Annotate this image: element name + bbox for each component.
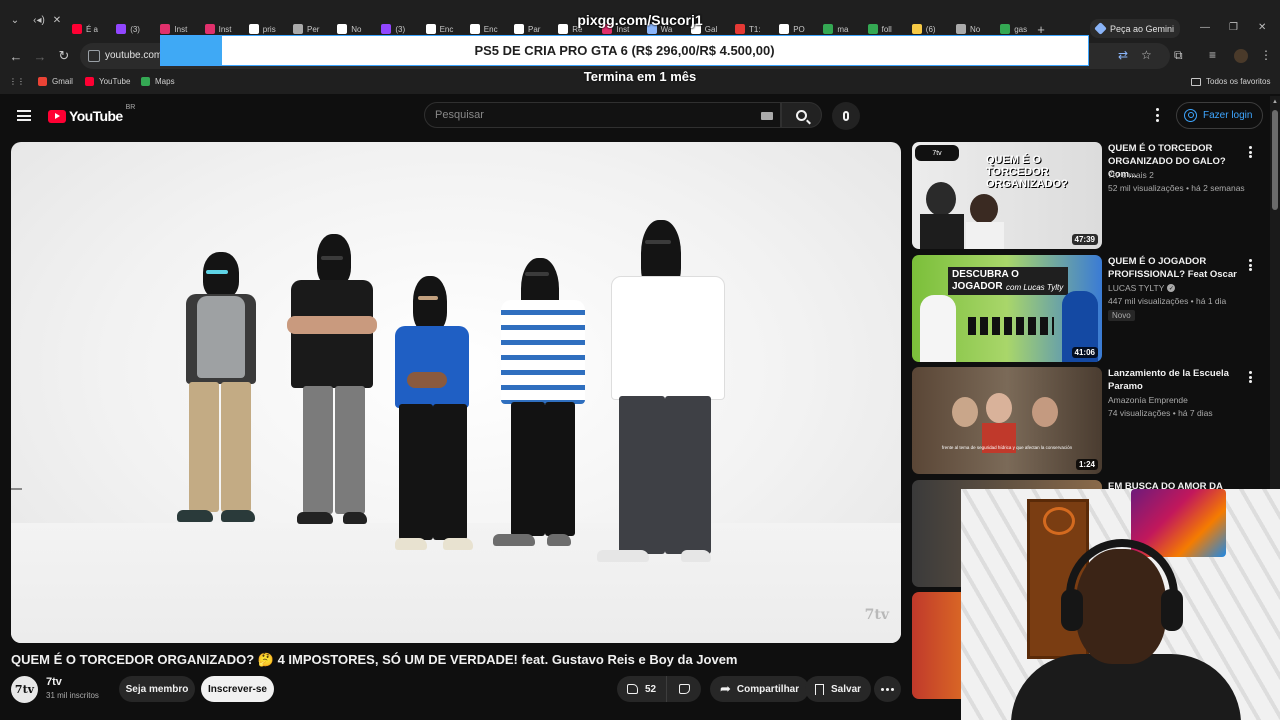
thumbnail-face [986, 393, 1012, 423]
keyboard-icon[interactable] [761, 112, 773, 120]
video-meta: 52 mil visualizações • há 2 semanas [1108, 183, 1245, 193]
save-label: Salvar [831, 683, 862, 695]
profile-avatar[interactable] [1234, 49, 1248, 63]
scrollbar-thumb[interactable] [1272, 110, 1278, 210]
donation-goal-text: PS5 DE CRIA PRO GTA 6 (R$ 296,00/R$ 4.50… [474, 43, 775, 58]
video-meta: 74 visualizações • há 7 dias [1108, 408, 1213, 418]
thumbnail-subtext: com Lucas Tylty [1006, 283, 1064, 292]
recommended-video[interactable]: DESCUBRA O JOGADOR com Lucas Tylty 41:06… [912, 255, 1262, 363]
video-title: QUEM É O TORCEDOR ORGANIZADO? 🤔 4 IMPOST… [11, 652, 738, 667]
more-actions-button[interactable] [874, 676, 901, 702]
video-title[interactable]: QUEM É O JOGADOR PROFISSIONAL? Feat Osca… [1108, 255, 1242, 281]
youtube-play-icon [48, 109, 66, 123]
subscribe-button[interactable]: Inscrever-se [201, 676, 274, 702]
video-duration: 41:06 [1071, 347, 1098, 358]
streamer-webcam [961, 489, 1280, 720]
join-membership-button[interactable]: Seja membro [119, 676, 195, 702]
video-options-icon[interactable] [1249, 146, 1252, 158]
login-label: Fazer login [1203, 110, 1253, 121]
search-placeholder: Pesquisar [435, 109, 484, 121]
donation-goal-deadline: Termina em 1 mês [583, 69, 697, 84]
settings-menu-icon[interactable] [1150, 108, 1164, 122]
youtube-logo-text: YouTube [69, 108, 123, 124]
browser-menu-icon[interactable]: ⋮ [1260, 48, 1272, 62]
thumbnail-shirt [920, 214, 964, 249]
save-button[interactable]: Salvar [805, 676, 872, 702]
stream-handle: pixgg.com/Sucorj1 [577, 12, 703, 28]
thumbnail-person [920, 295, 956, 362]
basketball-hoop [1043, 507, 1075, 535]
media-control-icon[interactable]: ≡ [1209, 48, 1216, 62]
back-arrow-icon[interactable]: ← [6, 46, 26, 66]
verified-badge-icon: ✓ [1167, 284, 1176, 292]
search-icon [796, 109, 807, 121]
bookmark-icon [815, 683, 824, 695]
video-thumbnail[interactable]: DESCUBRA O JOGADOR com Lucas Tylty 41:06 [912, 255, 1102, 362]
headset-left-cup [1061, 589, 1083, 631]
video-meta: 447 mil visualizações • há 1 dia [1108, 296, 1227, 306]
site-info-icon[interactable] [88, 50, 100, 62]
search-input[interactable]: Pesquisar [424, 102, 781, 128]
country-code: BR [125, 104, 136, 111]
video-options-icon[interactable] [1249, 259, 1252, 271]
channel-watermark: 7tv [864, 607, 889, 623]
youtube-logo[interactable]: YouTube BR [48, 104, 135, 124]
extensions-icon[interactable]: ⧉ [1174, 48, 1183, 63]
video-thumbnail[interactable]: frente al tema de seguridad hídrica y qu… [912, 367, 1102, 474]
channel-name[interactable]: 7tv [46, 676, 62, 688]
share-icon: ➦ [720, 681, 731, 696]
player-edge-marker [11, 488, 22, 490]
channel-name-text: LUCAS TYLTY [1108, 283, 1165, 293]
thumbs-up-icon [627, 684, 638, 694]
share-label: Compartilhar [736, 683, 800, 695]
video-options-icon[interactable] [1249, 371, 1252, 383]
channel-name[interactable]: Amazonía Emprende [1108, 395, 1188, 405]
voice-search-button[interactable] [832, 102, 860, 130]
channel-name-text: Amazonía Emprende [1108, 395, 1188, 405]
recommended-video[interactable]: frente al tema de seguridad hídrica y qu… [912, 367, 1262, 475]
channel-avatar[interactable]: 7tv [11, 676, 38, 703]
video-duration: 47:39 [1071, 234, 1098, 245]
headset-right-cup [1161, 589, 1183, 631]
thumbnail-shirt [966, 222, 1004, 249]
subscriber-count: 31 mil inscritos [46, 691, 99, 700]
dislike-button[interactable] [667, 676, 701, 702]
share-button[interactable]: ➦ Compartilhar [710, 676, 810, 702]
thumbnail-face [952, 397, 978, 427]
video-thumbnail[interactable]: 7tv QUEM É O TORCEDOR ORGANIZADO? 47:39 [912, 142, 1102, 249]
thumbnail-face [926, 182, 956, 216]
thumbnail-text: QUEM É O TORCEDOR ORGANIZADO? [986, 154, 1068, 190]
like-count: 52 [645, 683, 657, 695]
recommended-video[interactable]: 7tv QUEM É O TORCEDOR ORGANIZADO? 47:39 … [912, 142, 1262, 250]
channel-name[interactable]: 7tv e mais 2 [1108, 170, 1154, 180]
new-badge: Novo [1108, 310, 1135, 321]
thumbnail-face [1032, 397, 1058, 427]
thumbnail-caption: frente al tema de seguridad hídrica y qu… [941, 445, 1073, 450]
youtube-masthead: YouTube BR Pesquisar Fazer login [0, 96, 1270, 136]
video-title[interactable]: Lanzamiento de la Escuela Paramo [1108, 367, 1242, 393]
menu-icon[interactable] [17, 110, 31, 121]
scroll-up-arrow-icon[interactable]: ▲ [1272, 99, 1278, 105]
bookmark-star-icon[interactable]: ☆ [1141, 48, 1152, 62]
video-duration: 1:24 [1075, 459, 1098, 470]
channel-name[interactable]: LUCAS TYLTY ✓ [1108, 283, 1176, 293]
search-button[interactable] [781, 102, 822, 128]
thumbnail-silhouettes [968, 317, 1054, 335]
like-button[interactable]: 52 [617, 676, 668, 702]
translate-icon[interactable]: ⇄ [1118, 48, 1128, 62]
microphone-icon [843, 111, 849, 121]
channel-name-text: 7tv e mais 2 [1108, 170, 1154, 180]
address-url[interactable]: youtube.com/ [105, 50, 165, 61]
thumbnail-face [970, 194, 998, 224]
thumbs-down-icon [678, 684, 690, 694]
donation-goal-bar: PS5 DE CRIA PRO GTA 6 (R$ 296,00/R$ 4.50… [160, 35, 1089, 66]
thumbnail-channel-badge: 7tv [915, 145, 959, 161]
reload-icon[interactable]: ↻ [54, 46, 74, 66]
forward-arrow-icon[interactable]: → [30, 46, 50, 66]
like-dislike-group: 52 [617, 676, 702, 702]
user-icon [1184, 109, 1197, 122]
login-button[interactable]: Fazer login [1176, 102, 1264, 129]
video-player[interactable]: 7tv [11, 142, 901, 643]
